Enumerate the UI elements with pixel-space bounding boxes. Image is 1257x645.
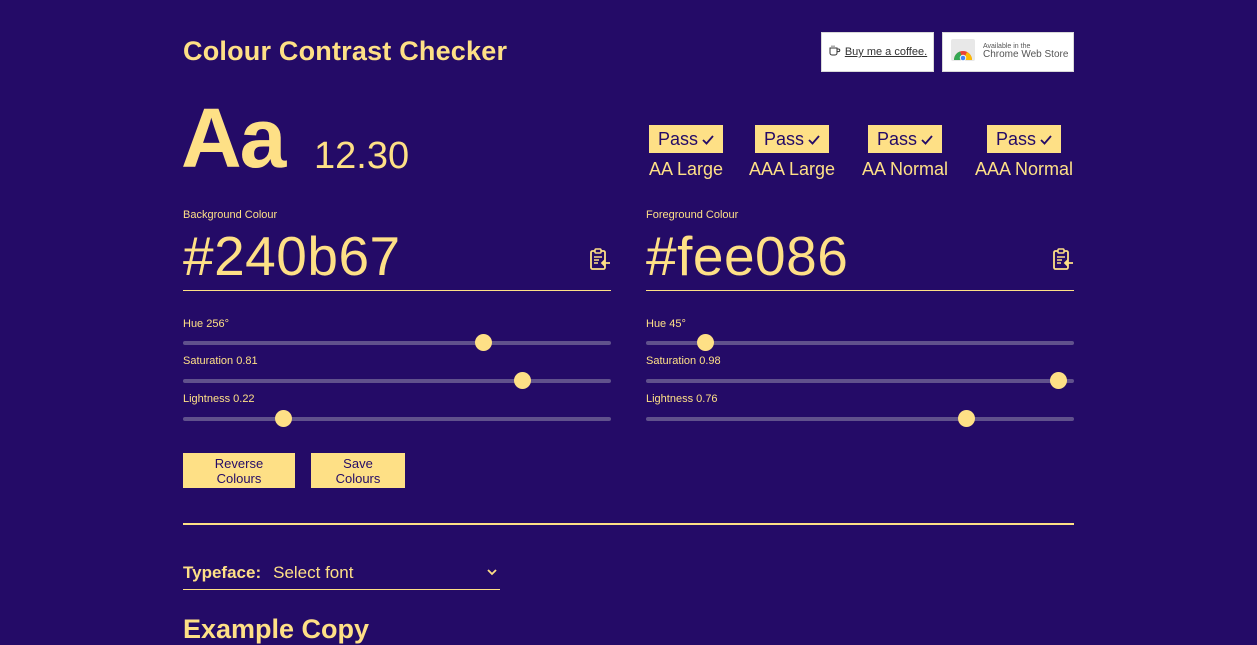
chrome-badge-big-text: Chrome Web Store — [983, 49, 1069, 61]
slider-thumb[interactable] — [513, 372, 531, 389]
pass-badge: Pass — [867, 125, 943, 153]
foreground-colour-label: Foreground Colour — [646, 209, 739, 221]
result-label: AA Normal — [861, 159, 949, 179]
coffee-badge-label: Buy me a coffee. — [844, 46, 928, 58]
page-title: Colour Contrast Checker — [183, 36, 508, 66]
background-hex-value[interactable]: #240b67 — [183, 229, 401, 284]
background-lightness-slider[interactable] — [183, 410, 611, 427]
reverse-colours-button[interactable]: Reverse Colours — [183, 453, 295, 488]
typeface-label: Typeface: — [183, 562, 262, 582]
pass-badge: Pass — [754, 125, 830, 153]
typeface-select-row[interactable]: Typeface: Select font — [183, 556, 500, 590]
foreground-hex-field[interactable]: #fee086 — [646, 226, 1074, 291]
pass-badge: Pass — [986, 125, 1062, 153]
result-aa-large: Pass AA Large — [648, 125, 724, 180]
background-hue-label: Hue 256° — [183, 318, 229, 330]
slider-thumb[interactable] — [957, 410, 975, 427]
typeface-select[interactable]: Select font — [273, 563, 500, 583]
result-aaa-normal: Pass AAA Normal — [975, 125, 1073, 180]
foreground-hex-value[interactable]: #fee086 — [646, 229, 848, 284]
example-copy-heading: Example Copy — [183, 614, 370, 644]
slider-thumb[interactable] — [274, 410, 292, 427]
buy-me-a-coffee-badge[interactable]: Buy me a coffee. — [821, 32, 934, 72]
check-icon — [921, 129, 933, 150]
pass-badge-label: Pass — [657, 128, 699, 149]
result-label: AAA Normal — [974, 159, 1074, 179]
result-aa-normal: Pass AA Normal — [862, 125, 948, 180]
check-icon — [808, 129, 820, 150]
background-saturation-slider[interactable] — [183, 372, 611, 389]
clipboard-paste-icon[interactable] — [589, 248, 611, 272]
result-aaa-large: Pass AAA Large — [749, 125, 835, 180]
slider-thumb[interactable] — [696, 334, 714, 351]
chrome-web-store-badge[interactable]: Available in the Chrome Web Store — [942, 32, 1074, 72]
check-icon — [1040, 129, 1052, 150]
foreground-saturation-label: Saturation 0.98 — [646, 355, 721, 367]
slider-thumb[interactable] — [1049, 372, 1067, 389]
save-colours-button[interactable]: Save Colours — [311, 453, 405, 488]
result-label: AA Large — [648, 159, 724, 179]
foreground-saturation-slider[interactable] — [646, 372, 1074, 389]
result-label: AAA Large — [748, 159, 836, 179]
pass-badge-label: Pass — [995, 128, 1037, 149]
foreground-hue-slider[interactable] — [646, 334, 1074, 351]
clipboard-paste-icon[interactable] — [1052, 248, 1074, 272]
check-icon — [702, 129, 714, 150]
sample-text: Aa — [181, 91, 286, 185]
pass-badge: Pass — [648, 125, 724, 153]
foreground-lightness-label: Lightness 0.76 — [646, 393, 718, 405]
background-hex-field[interactable]: #240b67 — [183, 226, 611, 291]
pass-badge-label: Pass — [763, 128, 805, 149]
background-lightness-label: Lightness 0.22 — [183, 393, 255, 405]
background-saturation-label: Saturation 0.81 — [183, 355, 258, 367]
background-hue-slider[interactable] — [183, 334, 611, 351]
chrome-logo-icon — [949, 36, 977, 69]
background-colour-label: Background Colour — [183, 209, 278, 221]
slider-thumb[interactable] — [474, 334, 492, 351]
coffee-cup-icon — [828, 44, 841, 60]
contrast-ratio: 12.30 — [314, 135, 410, 177]
pass-badge-label: Pass — [876, 128, 918, 149]
chrome-badge-text: Available in the Chrome Web Store — [983, 43, 1068, 61]
section-divider — [183, 523, 1074, 525]
chevron-down-icon[interactable] — [486, 565, 498, 577]
foreground-lightness-slider[interactable] — [646, 410, 1074, 427]
main-content: Colour Contrast Checker Buy me a coffee.… — [181, 0, 1074, 644]
foreground-hue-label: Hue 45° — [646, 318, 686, 330]
